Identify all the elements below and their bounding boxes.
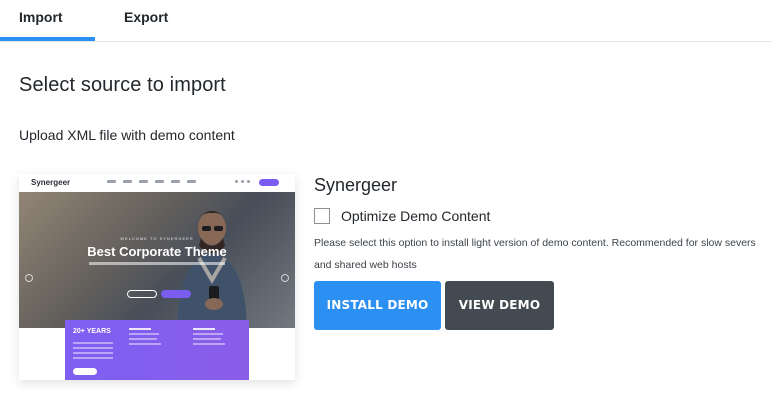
preview-logo: Synergeer xyxy=(31,178,70,187)
preview-panel-button xyxy=(73,368,97,375)
demo-title: Synergeer xyxy=(314,175,398,195)
preview-hero: WELCOME TO SYNERGEER Best Corporate Them… xyxy=(19,192,295,328)
optimize-help-text: Please select this option to install lig… xyxy=(314,237,756,271)
active-tab-indicator xyxy=(0,37,95,41)
preview-navbar: Synergeer xyxy=(19,174,295,192)
preview-headline: Best Corporate Theme xyxy=(87,244,227,259)
preview-logo-text: Synergeer xyxy=(31,178,71,187)
preview-button-filled xyxy=(161,290,191,298)
preview-prev-arrow-icon xyxy=(25,274,33,282)
preview-badge: 20+ YEARS xyxy=(73,328,111,335)
page-title: Select source to import xyxy=(19,74,226,96)
optimize-demo-checkbox[interactable] xyxy=(314,208,330,224)
install-demo-button[interactable]: INSTALL DEMO xyxy=(314,281,441,330)
tab-export[interactable]: Export xyxy=(124,0,168,42)
upload-description: Upload XML file with demo content xyxy=(19,127,235,143)
view-demo-button[interactable]: VIEW DEMO xyxy=(445,281,554,330)
preview-subtext xyxy=(89,262,225,265)
preview-eyebrow: WELCOME TO SYNERGEER xyxy=(120,236,194,241)
preview-cta xyxy=(259,179,279,186)
preview-social-icons xyxy=(235,180,250,183)
preview-feature-panel: 20+ YEARS xyxy=(65,320,249,380)
preview-button-outline xyxy=(127,290,157,298)
tab-bar: Import Export xyxy=(0,0,772,42)
demo-preview-image: Synergeer WELCOME TO SYNERGEER Best Corp… xyxy=(19,174,295,380)
optimize-demo-label[interactable]: Optimize Demo Content xyxy=(341,208,490,224)
preview-menu xyxy=(107,180,196,183)
preview-next-arrow-icon xyxy=(281,274,289,282)
tab-import[interactable]: Import xyxy=(0,0,95,42)
